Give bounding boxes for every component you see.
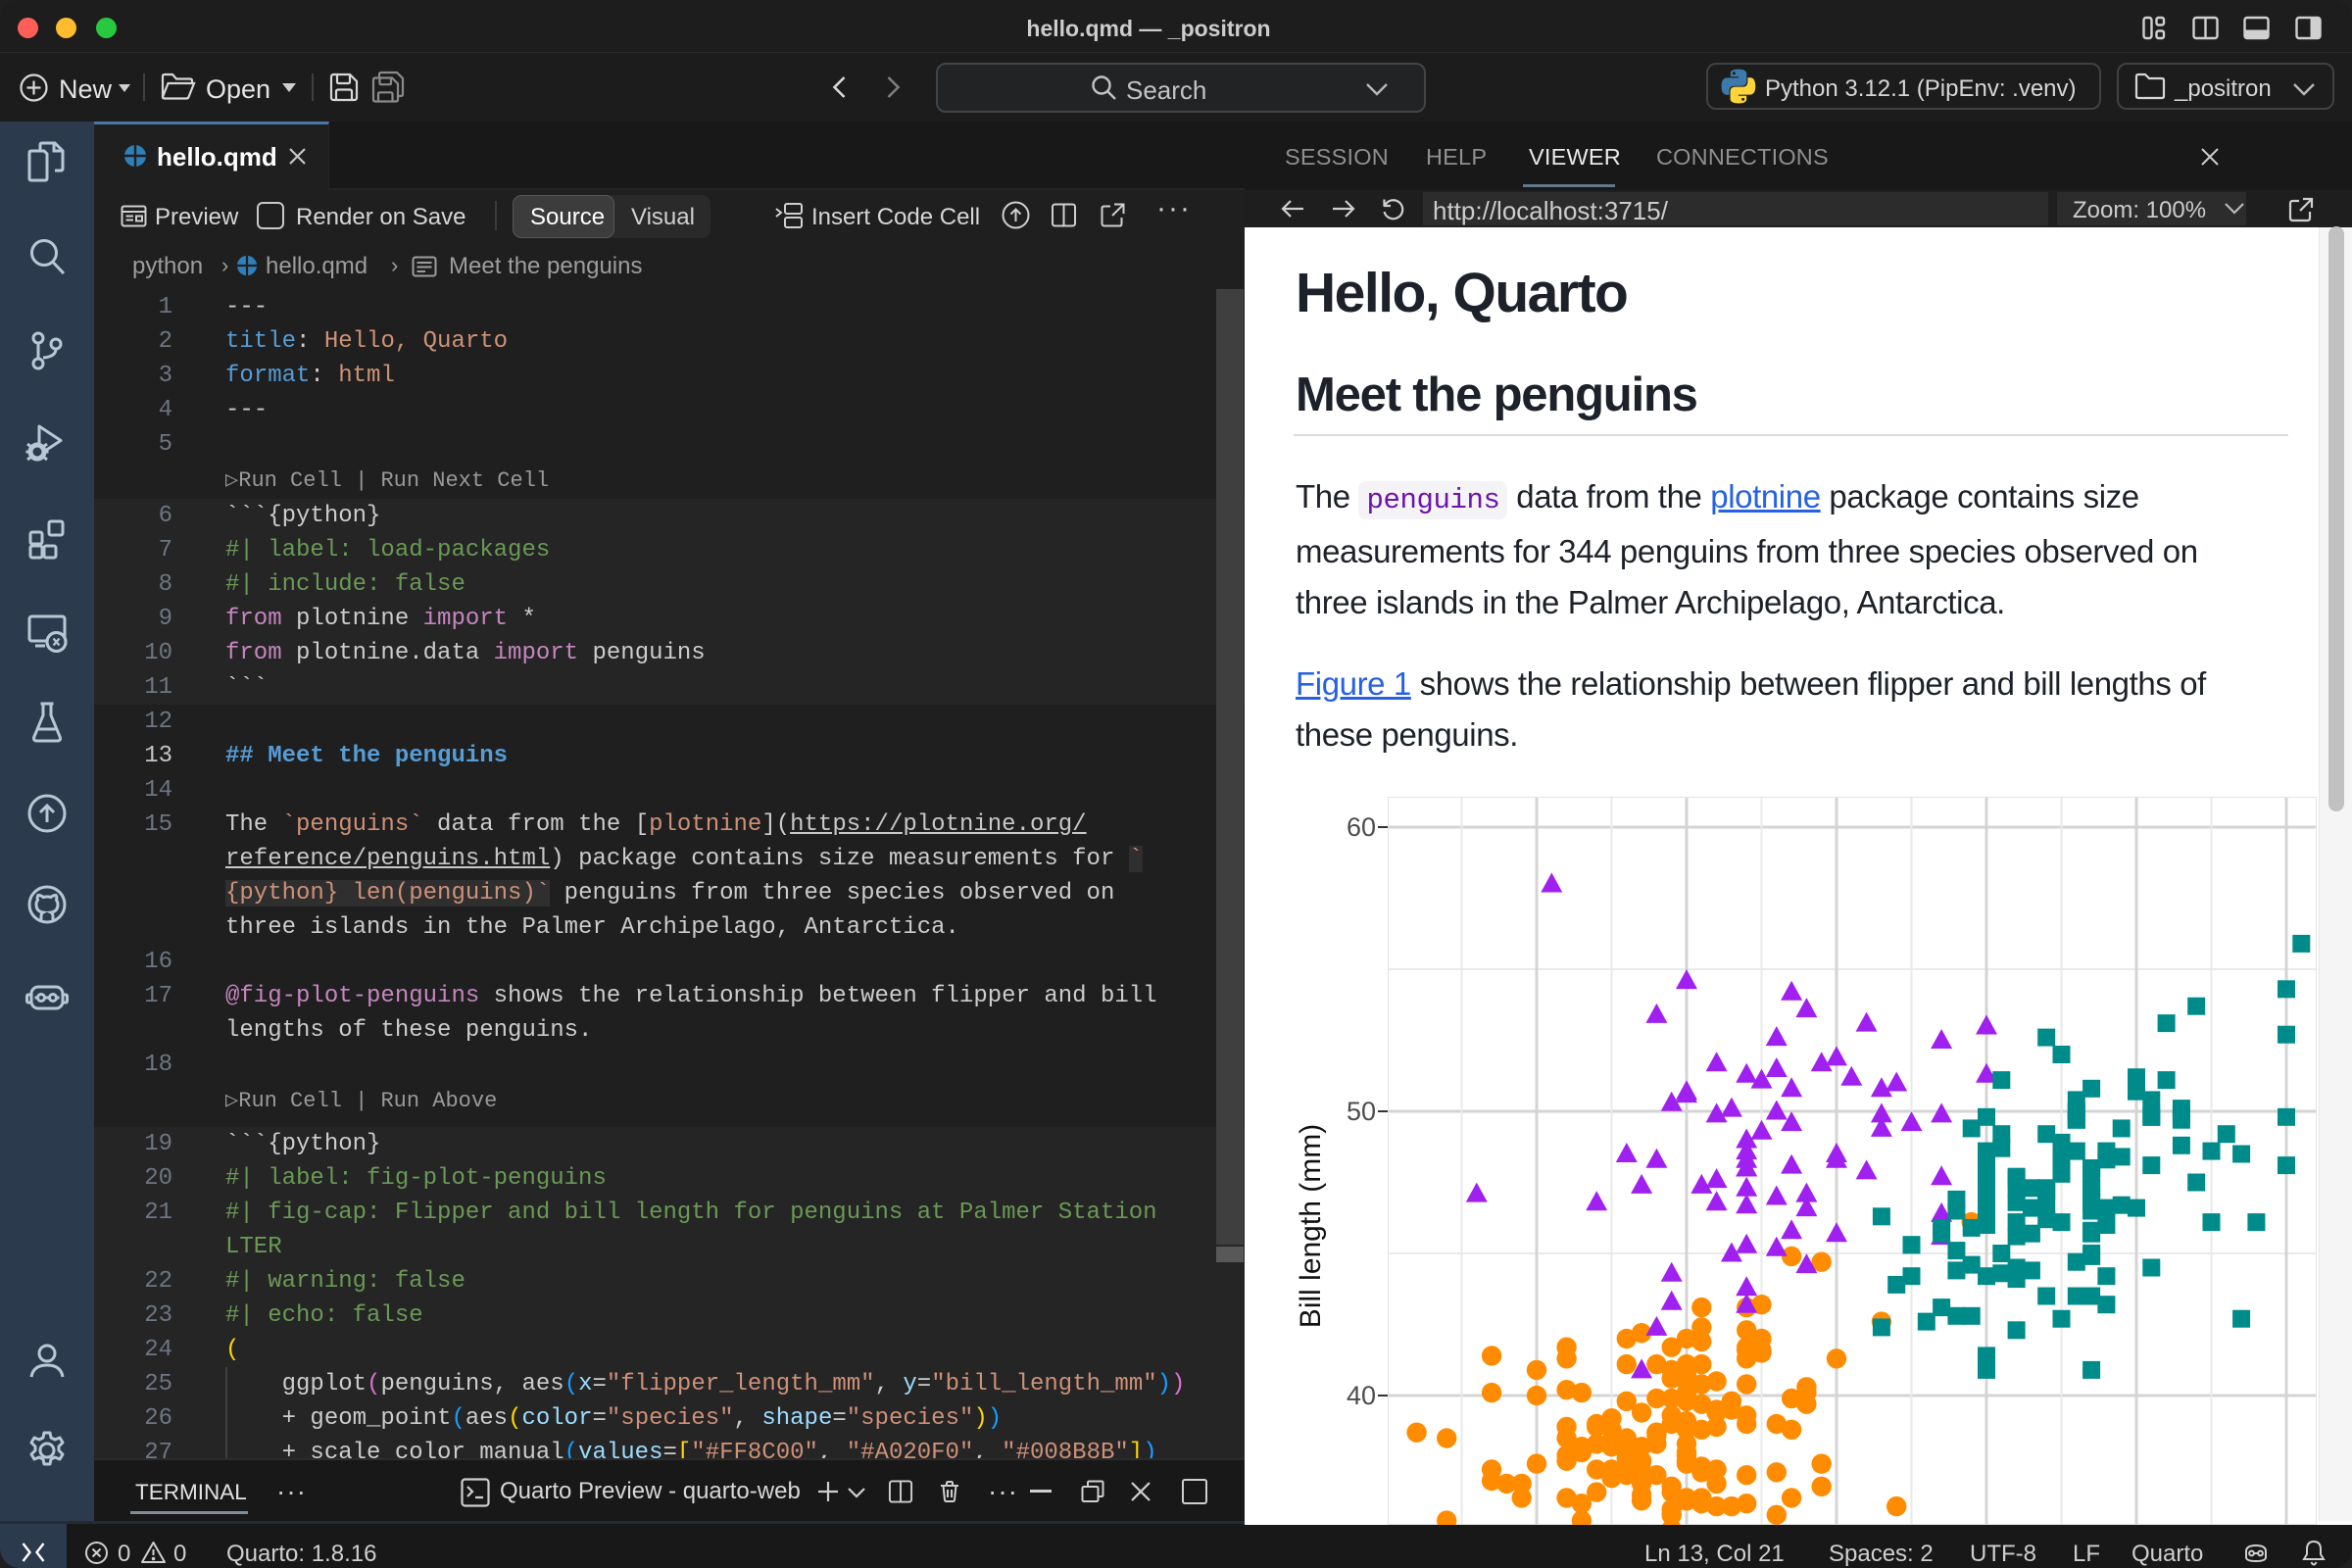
svg-text:Bill length (mm): Bill length (mm): [1295, 1124, 1327, 1328]
svg-text:60: 60: [1347, 812, 1376, 842]
svg-text:50: 50: [1347, 1097, 1376, 1126]
svg-text:40: 40: [1347, 1381, 1376, 1410]
